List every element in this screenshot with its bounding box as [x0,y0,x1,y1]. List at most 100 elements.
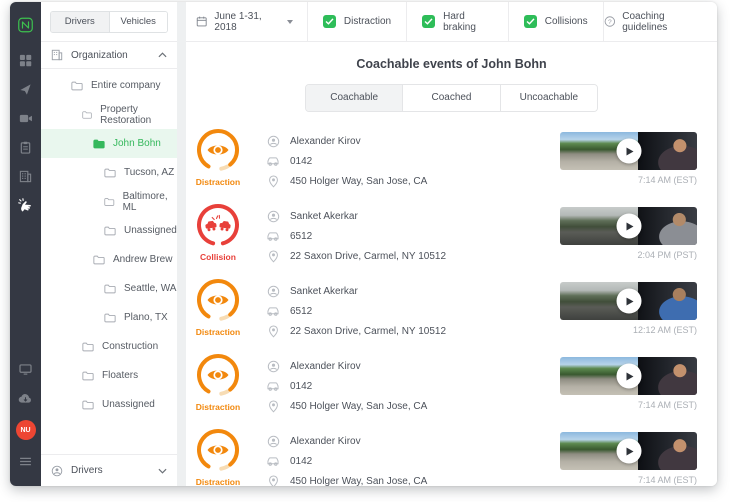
play-button[interactable] [616,138,641,164]
driver-camera-view [638,432,697,470]
dashboard-icon[interactable] [18,53,33,68]
tab-coachable[interactable]: Coachable [306,85,403,111]
event-type-indicator: Distraction [190,274,246,337]
toggle-vehicles[interactable]: Vehicles [109,11,167,32]
tree-item[interactable]: Unassigned [41,216,177,245]
tree-item[interactable]: Tucson, AZ [41,158,177,187]
play-button[interactable] [616,288,641,314]
organization-icon[interactable] [18,169,33,184]
location-pin-icon [266,324,280,338]
tree-item-selected[interactable]: John Bohn [41,129,177,158]
coaching-icon[interactable] [18,198,33,213]
tree-item[interactable]: Unassigned [41,390,177,419]
netradyne-logo-icon[interactable] [18,17,33,32]
drivers-section-label: Drivers [71,465,103,476]
event-time: 7:14 AM (EST) [637,475,697,485]
filter-label: Collisions [544,16,588,27]
tree-item[interactable]: Construction [41,332,177,361]
event-list: Distraction Alexander Kirov 0142 450 Hol… [186,124,717,486]
event-location: 450 Holger Way, San Jose, CA [290,475,428,487]
play-button[interactable] [616,213,641,239]
video-thumbnail[interactable] [560,207,697,245]
vehicle-id: 0142 [290,155,313,167]
help-icon: ? [604,16,615,27]
vehicle-id: 0142 [290,455,313,467]
checkbox-checked-icon[interactable] [322,15,336,28]
driver-icon [266,135,280,148]
filter-label: Hard braking [443,10,476,33]
event-time: 7:14 AM (EST) [637,400,697,410]
tree-item[interactable]: Entire company [41,71,177,100]
collision-gauge-icon [197,204,239,246]
vehicle-id: 0142 [290,380,313,392]
checkbox-checked-icon[interactable] [523,15,537,28]
video-thumbnail[interactable] [560,357,697,395]
distraction-gauge-icon [197,279,239,321]
drivers-section-header[interactable]: Drivers [41,454,177,486]
menu-icon[interactable] [18,454,33,469]
vehicle-icon [266,231,280,242]
tree-item[interactable]: Floaters [41,361,177,390]
play-button[interactable] [616,363,641,389]
cloud-download-icon[interactable] [18,391,33,406]
driver-name: Alexander Kirov [290,360,361,372]
driver-icon [266,210,280,223]
filter-collisions[interactable]: Collisions [509,2,604,41]
toggle-drivers[interactable]: Drivers [51,11,110,32]
filter-hard-braking[interactable]: Hard braking [407,2,509,41]
vehicle-icon [266,381,280,392]
date-range-picker[interactable]: June 1-31, 2018 [196,2,308,41]
vehicle-id: 6512 [290,305,313,317]
camera-icon[interactable] [18,111,33,126]
tree-item[interactable]: Seattle, WA [41,274,177,303]
tree-item[interactable]: Baltimore, ML [41,187,177,216]
distraction-gauge-icon [197,429,239,471]
panel-gutter [177,2,186,486]
user-avatar[interactable]: NU [15,420,36,440]
filter-distraction[interactable]: Distraction [308,2,408,41]
chevron-up-icon [158,52,167,58]
event-row[interactable]: Distraction Sanket Akerkar 6512 22 Saxon… [186,274,717,349]
event-type-label: Distraction [195,477,241,486]
event-row[interactable]: Distraction Alexander Kirov 0142 450 Hol… [186,124,717,199]
checkbox-checked-icon[interactable] [422,15,436,28]
tree-item[interactable]: Andrew Brew [41,245,177,274]
monitor-icon[interactable] [18,362,33,377]
event-time: 7:14 AM (EST) [637,175,697,185]
event-type-indicator: Collision [190,199,246,262]
event-type-indicator: Distraction [190,124,246,187]
event-row[interactable]: Distraction Alexander Kirov 0142 450 Hol… [186,424,717,486]
event-row[interactable]: Distraction Alexander Kirov 0142 450 Hol… [186,349,717,424]
calendar-icon [196,16,207,27]
drivers-vehicles-toggle: Drivers Vehicles [41,2,177,42]
event-video: 7:14 AM (EST) [560,424,697,485]
tree-item[interactable]: Plano, TX [41,303,177,332]
org-tree: Entire company Property Restoration John… [41,69,177,454]
tree-item[interactable]: Property Restoration [41,100,177,129]
clipboard-icon[interactable] [18,140,33,155]
coaching-guidelines-link[interactable]: ? Coaching guidelines [604,11,703,33]
driver-camera-view [638,207,697,245]
video-thumbnail[interactable] [560,282,697,320]
video-thumbnail[interactable] [560,432,697,470]
driver-icon [266,285,280,298]
event-type-indicator: Distraction [190,424,246,486]
chevron-down-icon [158,468,167,474]
play-button[interactable] [616,438,641,464]
event-time: 2:04 PM (PST) [637,250,697,260]
filter-label: Distraction [343,16,392,27]
tab-uncoachable[interactable]: Uncoachable [499,85,597,111]
location-pin-icon [266,399,280,413]
app-window: NU Drivers Vehicles Organization Entire … [10,2,717,486]
event-video: 7:14 AM (EST) [560,124,697,185]
event-type-label: Distraction [195,177,241,187]
location-pin-icon [266,174,280,188]
video-thumbnail[interactable] [560,132,697,170]
driver-icon [266,360,280,373]
organization-label: Organization [71,49,128,61]
event-row[interactable]: Collision Sanket Akerkar 6512 22 Saxon D… [186,199,717,274]
tab-coached[interactable]: Coached [402,85,500,111]
organization-header[interactable]: Organization [41,42,177,69]
navigation-icon[interactable] [18,82,33,97]
coaching-guidelines-label: Coaching guidelines [622,10,668,33]
